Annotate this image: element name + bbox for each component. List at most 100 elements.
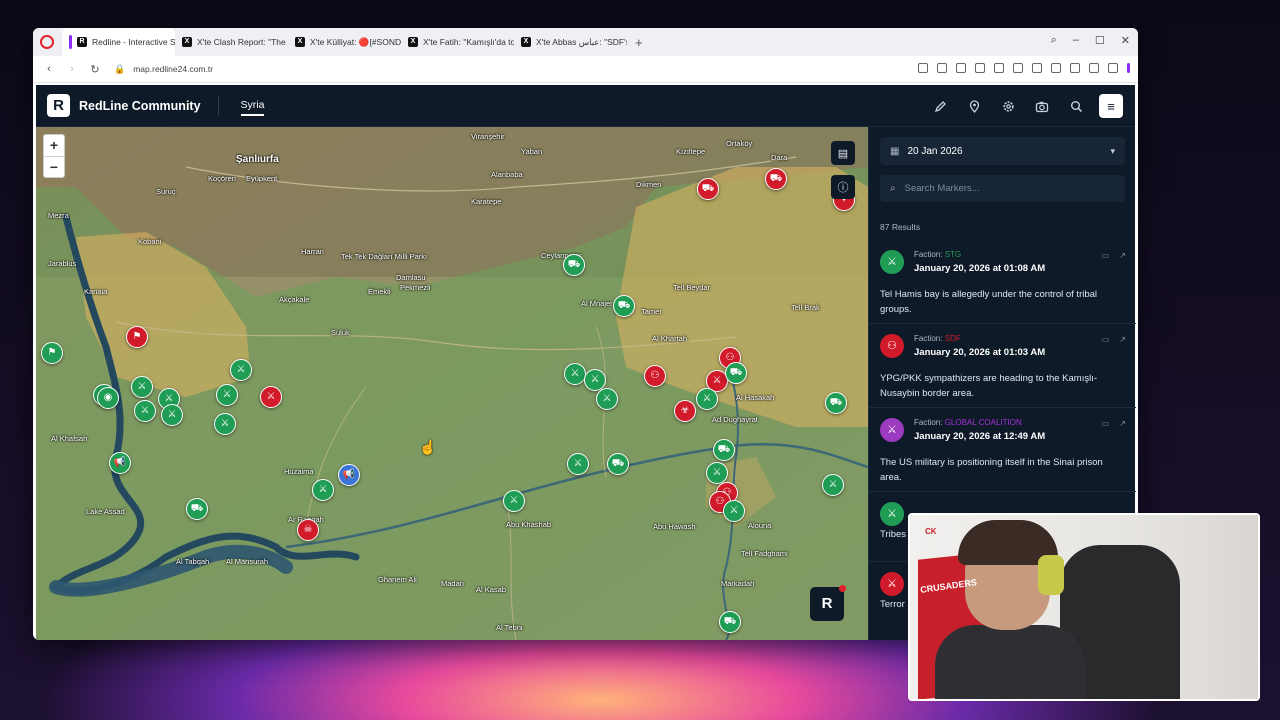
skull-marker-icon[interactable]: ☠ (297, 519, 319, 541)
opera-logo-icon[interactable] (40, 35, 54, 49)
tab-abbas[interactable]: X X'te Abbas عباس: "SDF's w (514, 28, 627, 56)
map-info-button[interactable]: ⓘ (831, 175, 855, 199)
flag-marker-icon[interactable]: ⚑ (126, 326, 148, 348)
rifle-marker-icon[interactable]: ⚔ (696, 388, 718, 410)
feed-item[interactable]: ⚔ Faction: GLOBAL COALITION January 20, … (869, 408, 1136, 492)
external-link-icon[interactable]: ↗ (1119, 335, 1126, 344)
rifle-marker-icon[interactable]: ⚔ (134, 400, 156, 422)
rifle-marker-icon[interactable]: ⚔ (822, 474, 844, 496)
zoom-out-button[interactable]: − (44, 157, 64, 178)
nav-syria[interactable]: Syria (240, 96, 265, 116)
truck-marker-icon[interactable]: ⛟ (719, 611, 741, 633)
item-text: Tel Hamis bay is allegedly under the con… (880, 289, 1098, 315)
camera-icon[interactable] (1031, 95, 1053, 117)
tab-fatih[interactable]: X X'te Fatih: "Kamışlı'da top (401, 28, 514, 56)
pin-icon[interactable] (963, 95, 985, 117)
map-label: Eyüpkent (246, 174, 278, 183)
rifle-marker-icon[interactable]: ⚔ (723, 500, 745, 522)
rifle-marker-icon[interactable]: ⚔ (161, 404, 183, 426)
tab-kulliyat[interactable]: X X'te Külliyat: 🔴[#SONDA (288, 28, 401, 56)
map-label: Al Hasakah (736, 393, 775, 402)
truck-marker-icon[interactable]: ⛟ (765, 168, 787, 190)
map-layers-button[interactable]: ▤ (831, 141, 855, 165)
tab-search-icon[interactable]: ⌕ (1051, 34, 1057, 47)
item-actions: ▭ ↗ (1102, 419, 1126, 428)
settings-icon[interactable] (997, 95, 1019, 117)
truck-marker-icon[interactable]: ⛟ (825, 392, 847, 414)
tab-label: Redline - Interactive Strat (92, 37, 175, 47)
download-icon[interactable] (1032, 63, 1042, 73)
minimize-button[interactable]: – (1073, 34, 1079, 47)
tab-clash-report[interactable]: X X'te Clash Report: "The Sy (175, 28, 288, 56)
map-label: Tell Brak (791, 303, 820, 312)
play-icon[interactable] (994, 63, 1004, 73)
share-icon[interactable] (1013, 63, 1023, 73)
edit-icon[interactable] (918, 63, 928, 73)
megaphone-marker-icon[interactable]: 📢 (338, 464, 360, 486)
truck-marker-icon[interactable]: ⛟ (725, 362, 747, 384)
redline-logo[interactable]: R (47, 94, 70, 117)
snapshot-icon[interactable] (937, 63, 947, 73)
group-marker-icon[interactable]: ⚇ (644, 365, 666, 387)
maximize-button[interactable]: ☐ (1095, 34, 1105, 47)
video-icon[interactable]: ▭ (1102, 335, 1110, 344)
marker-search-input[interactable]: ⌕ Search Markers... (880, 175, 1125, 202)
tab-redline[interactable]: R Redline - Interactive Strat (62, 28, 175, 56)
truck-marker-icon[interactable]: ⛟ (563, 254, 585, 276)
faction-label: Faction: (914, 418, 943, 427)
menu-lines-icon[interactable] (1051, 63, 1061, 73)
back-icon[interactable]: ‹ (42, 63, 56, 75)
truck-marker-icon[interactable]: ⛟ (613, 295, 635, 317)
video-icon[interactable]: ▭ (1102, 419, 1110, 428)
flag-marker-icon[interactable]: ⚑ (41, 342, 63, 364)
rifle-marker-icon[interactable]: ⚔ (596, 388, 618, 410)
rifle-marker-icon[interactable]: ⚔ (564, 363, 586, 385)
external-link-icon[interactable]: ↗ (1119, 251, 1126, 260)
heart-icon[interactable] (1070, 63, 1080, 73)
megaphone-marker-icon[interactable]: 📢 (109, 452, 131, 474)
truck-marker-icon[interactable]: ⛟ (713, 439, 735, 461)
zoom-in-button[interactable]: + (44, 135, 64, 157)
biohazard-marker-icon[interactable]: ☣ (674, 400, 696, 422)
rifle-marker-icon[interactable]: ⚔ (706, 462, 728, 484)
search-icon[interactable] (1065, 95, 1087, 117)
extensions-icon[interactable] (1108, 63, 1118, 73)
x-favicon-icon: X (295, 37, 305, 47)
vpn-icon[interactable] (975, 63, 985, 73)
pen-icon[interactable] (929, 95, 951, 117)
rifle-marker-icon[interactable]: ⚔ (230, 359, 252, 381)
new-tab-button[interactable]: + (635, 35, 643, 50)
close-button[interactable]: ✕ (1121, 34, 1130, 47)
rifle-marker-icon[interactable]: ⚔ (131, 376, 153, 398)
rifle-marker-icon[interactable]: ⚔ (216, 384, 238, 406)
rifle-marker-icon[interactable]: ⚔ (214, 413, 236, 435)
hamburger-menu-button[interactable]: ≡ (1099, 94, 1123, 118)
rifle-marker-icon[interactable]: ⚔ (260, 386, 282, 408)
map-label: Ghanem Ali (378, 575, 417, 584)
truck-marker-icon[interactable]: ⛟ (186, 498, 208, 520)
rifle-marker-icon[interactable]: ⚔ (312, 479, 334, 501)
feed-item[interactable]: ⚔ Faction: STG January 20, 2026 at 01:08… (869, 240, 1136, 324)
map-label: Huzaima (284, 467, 314, 476)
map-label: Emekli (368, 287, 391, 296)
url-field[interactable]: map.redline24.com.tr (133, 64, 213, 74)
profile-icon[interactable] (1089, 63, 1099, 73)
shield-icon[interactable] (956, 63, 966, 73)
redline-map-badge[interactable]: R (810, 585, 846, 621)
truck-marker-icon[interactable]: ⛟ (607, 453, 629, 475)
forward-icon[interactable]: › (65, 63, 79, 75)
map-label: Alanbaba (491, 170, 523, 179)
feed-item[interactable]: ⚇ Faction: SDF January 20, 2026 at 01:03… (869, 324, 1136, 408)
camera-marker-icon[interactable]: ◉ (97, 387, 119, 409)
rifle-marker-icon[interactable]: ⚔ (503, 490, 525, 512)
reload-icon[interactable]: ↻ (88, 63, 102, 76)
map-view[interactable]: + − ▤ ⓘ Şanlıurfa Viranşehir Kızıltepe O… (36, 127, 868, 640)
video-icon[interactable]: ▭ (1102, 251, 1110, 260)
map-label: Mezra (48, 211, 69, 220)
date-selector[interactable]: ▦ 20 Jan 2026 ▾ (880, 137, 1125, 165)
truck-marker-icon[interactable]: ⛟ (697, 178, 719, 200)
rifle-marker-icon[interactable]: ⚔ (567, 453, 589, 475)
item-text: The US military is positioning itself in… (880, 457, 1103, 483)
external-link-icon[interactable]: ↗ (1119, 419, 1126, 428)
sidebar-pin-icon[interactable] (1127, 63, 1130, 73)
